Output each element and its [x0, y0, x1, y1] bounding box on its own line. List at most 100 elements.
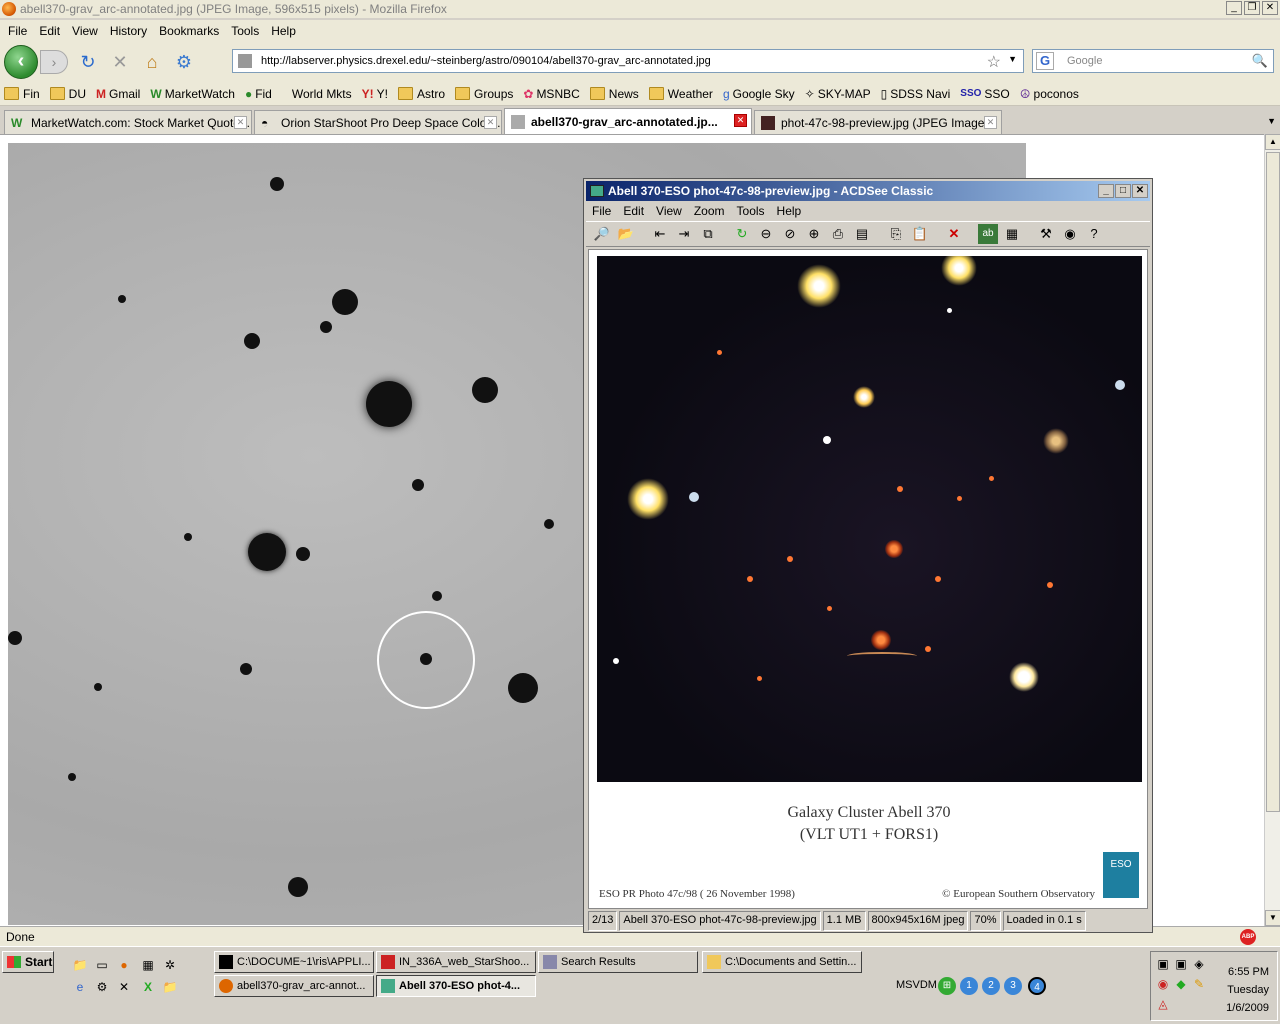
- tab-close-icon[interactable]: ✕: [484, 116, 497, 129]
- open-folder-icon[interactable]: 📂: [616, 224, 636, 244]
- taskbar-search-results[interactable]: Search Results: [538, 951, 698, 973]
- pencil-icon[interactable]: ✎: [1191, 976, 1207, 992]
- paste-icon[interactable]: 📋: [910, 224, 930, 244]
- minimize-button[interactable]: _: [1226, 1, 1242, 15]
- bookmark-msnbc[interactable]: ✿ MSNBC: [523, 87, 579, 101]
- network-icon[interactable]: ▣: [1173, 956, 1189, 972]
- taskbar-explorer[interactable]: C:\Documents and Settin...: [702, 951, 862, 973]
- tab-list-dropdown-icon[interactable]: ▼: [1267, 116, 1276, 126]
- bookmark-google-sky[interactable]: g Google Sky: [723, 87, 795, 101]
- desktop-1-button[interactable]: 1: [960, 977, 978, 995]
- reload-icon[interactable]: ↻: [76, 50, 100, 74]
- menu-bookmarks[interactable]: Bookmarks: [159, 24, 219, 38]
- taskbar-firefox[interactable]: abell370-grav_arc-annot...: [214, 975, 374, 997]
- print-icon[interactable]: ⎙: [828, 224, 848, 244]
- maximize-button[interactable]: ❐: [1244, 1, 1260, 15]
- excel-icon[interactable]: X: [140, 979, 156, 995]
- properties-icon[interactable]: ▦: [1002, 224, 1022, 244]
- zoom-in-icon[interactable]: ⊕: [804, 224, 824, 244]
- acdsee-menu-file[interactable]: File: [592, 204, 611, 218]
- bookmark-sky-map[interactable]: ✧ SKY-MAP: [805, 87, 871, 101]
- taskbar-pdf[interactable]: IN_336A_web_StarShoo...: [376, 951, 536, 973]
- app-grid-icon[interactable]: ▦: [140, 957, 156, 973]
- acdsee-menu-zoom[interactable]: Zoom: [694, 204, 725, 218]
- wrench-icon[interactable]: ✕: [116, 979, 132, 995]
- acdsee-menu-view[interactable]: View: [656, 204, 682, 218]
- scroll-thumb[interactable]: [1266, 152, 1280, 812]
- adblock-icon[interactable]: ABP: [1240, 929, 1256, 945]
- tab-close-icon[interactable]: ✕: [984, 116, 997, 129]
- acdsee-maximize-button[interactable]: □: [1115, 184, 1131, 198]
- taskbar-acdsee[interactable]: Abell 370-ESO phot-4...: [376, 975, 536, 997]
- acdsee-menu-edit[interactable]: Edit: [623, 204, 644, 218]
- copy-icon[interactable]: ⎘: [886, 224, 906, 244]
- folder-icon[interactable]: 📁: [72, 957, 88, 973]
- zoom-out-icon[interactable]: ⊖: [756, 224, 776, 244]
- bookmark-astro[interactable]: Astro: [398, 87, 445, 101]
- bookmark-marketwatch[interactable]: W MarketWatch: [150, 87, 235, 101]
- taskbar-cmd[interactable]: C:\DOCUME~1\ris\APPLI...: [214, 951, 374, 973]
- scroll-down-arrow-icon[interactable]: ▼: [1265, 910, 1280, 926]
- scroll-up-arrow-icon[interactable]: ▲: [1265, 134, 1280, 150]
- clock-time[interactable]: 6:55 PM: [1228, 966, 1269, 978]
- menu-help[interactable]: Help: [271, 24, 296, 38]
- virtual-desktop-icon[interactable]: ⊞: [938, 977, 956, 995]
- desktop-3-button[interactable]: 3: [1004, 977, 1022, 995]
- rotate-icon[interactable]: ↻: [732, 224, 752, 244]
- ie-icon[interactable]: e: [72, 979, 88, 995]
- acdsee-close-button[interactable]: ✕: [1132, 184, 1148, 198]
- google-engine-icon[interactable]: G: [1036, 52, 1054, 70]
- scan-icon[interactable]: ▤: [852, 224, 872, 244]
- folder-icon[interactable]: 📁: [162, 979, 178, 995]
- tab-orion[interactable]: ◓ Orion StarShoot Pro Deep Space Color .…: [254, 110, 502, 134]
- tab-close-icon[interactable]: ✕: [234, 116, 247, 129]
- desktop-2-button[interactable]: 2: [982, 977, 1000, 995]
- settings-icon[interactable]: ⚙: [94, 979, 110, 995]
- tab-phot-preview[interactable]: phot-47c-98-preview.jpg (JPEG Image,... …: [754, 110, 1002, 134]
- drive-icon[interactable]: ▭: [94, 957, 110, 973]
- menu-history[interactable]: History: [110, 24, 147, 38]
- copy-window-icon[interactable]: ⧉: [698, 224, 718, 244]
- tools-icon[interactable]: ✲: [162, 957, 178, 973]
- network-icon[interactable]: ▣: [1155, 956, 1171, 972]
- tab-marketwatch[interactable]: W MarketWatch.com: Stock Market Quote...…: [4, 110, 252, 134]
- back-button[interactable]: ‹: [4, 45, 38, 79]
- volume-icon[interactable]: ◈: [1191, 956, 1207, 972]
- rename-icon[interactable]: ab: [978, 224, 998, 244]
- bookmark-sso[interactable]: SSO SSO: [960, 87, 1009, 101]
- bookmark-sdss-navi[interactable]: ▯ SDSS Navi: [881, 87, 951, 101]
- bookmark-groups[interactable]: Groups: [455, 87, 513, 101]
- start-button[interactable]: Start: [2, 951, 54, 973]
- bookmark-news[interactable]: News: [589, 87, 639, 101]
- options-icon[interactable]: ⚒: [1036, 224, 1056, 244]
- alert-icon[interactable]: ◬: [1155, 996, 1171, 1012]
- tab-close-icon[interactable]: ✕: [734, 114, 747, 127]
- bookmark-star-icon[interactable]: ☆: [987, 52, 1001, 72]
- acdsee-minimize-button[interactable]: _: [1098, 184, 1114, 198]
- delete-icon[interactable]: ✕: [944, 224, 964, 244]
- security-icon[interactable]: ◉: [1155, 976, 1171, 992]
- bookmark-weather[interactable]: Weather: [648, 87, 713, 101]
- addon-icon[interactable]: ⚙: [172, 50, 196, 74]
- forward-button[interactable]: ›: [40, 50, 68, 74]
- zoom-fit-icon[interactable]: ⊘: [780, 224, 800, 244]
- bookmark-fid[interactable]: ● Fid: [245, 87, 272, 101]
- bookmark-poconos[interactable]: ☮ poconos: [1020, 87, 1079, 101]
- bookmark-du[interactable]: DU: [49, 87, 86, 101]
- url-bar[interactable]: http://labserver.physics.drexel.edu/~ste…: [232, 49, 1024, 73]
- bookmark-gmail[interactable]: M Gmail: [96, 87, 140, 101]
- bookmark-yahoo[interactable]: Y! Y!: [362, 87, 388, 101]
- menu-edit[interactable]: Edit: [39, 24, 60, 38]
- bookmark-fin[interactable]: Fin: [4, 87, 40, 101]
- home-icon[interactable]: ⌂: [140, 50, 164, 74]
- search-input[interactable]: G Google 🔍: [1032, 49, 1274, 73]
- plugin-icon[interactable]: ◉: [1060, 224, 1080, 244]
- stop-icon[interactable]: ✕: [108, 50, 132, 74]
- menu-file[interactable]: File: [8, 24, 27, 38]
- search-icon[interactable]: 🔍: [1252, 53, 1268, 69]
- acdsee-menu-help[interactable]: Help: [777, 204, 802, 218]
- browse-icon[interactable]: 🔎: [592, 224, 612, 244]
- previous-image-icon[interactable]: ⇤: [650, 224, 670, 244]
- vertical-scrollbar[interactable]: ▲ ▼: [1264, 134, 1280, 926]
- menu-view[interactable]: View: [72, 24, 98, 38]
